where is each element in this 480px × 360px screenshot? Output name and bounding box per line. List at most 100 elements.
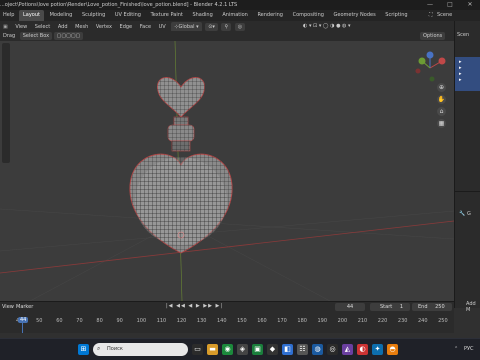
toolbar-strip — [2, 43, 10, 163]
timeline-tick-label: 250 — [438, 318, 448, 324]
task-view-icon[interactable]: ▭ — [192, 344, 203, 355]
outliner-scene-row[interactable]: Scen — [457, 32, 469, 38]
app-icon-5[interactable]: ☷ — [297, 344, 308, 355]
timeline-tick-label: 240 — [418, 318, 428, 324]
end-label: End — [418, 304, 428, 310]
properties-wrench-icon[interactable]: 🔧 — [459, 211, 465, 217]
window-title: ...oject\Potions\love potion\Render\Love… — [0, 2, 238, 8]
viewport-scene — [0, 41, 454, 301]
select-box-dropdown[interactable]: Select Box — [19, 32, 53, 40]
timeline-tick-label: 200 — [337, 318, 348, 324]
menu-mesh[interactable]: Mesh — [72, 22, 91, 31]
outliner-row-icons: ▸ ▸ ▸ ▸ — [459, 59, 462, 83]
visual-studio-icon[interactable]: ◭ — [342, 344, 353, 355]
menu-select[interactable]: Select — [32, 22, 53, 31]
blender-icon[interactable]: ◓ — [387, 344, 398, 355]
timeline-tick-label: 140 — [217, 318, 227, 324]
timeline-marker-menu[interactable]: Marker — [16, 304, 33, 310]
tray-chevron-icon[interactable]: ⌃ — [454, 346, 458, 352]
windows-taskbar: ⊞ ⌕ Поиск ▭ ▬ ◉ ◈ ▣ ◆ ◧ ☷ ◍ ◎ ◭ ◐ ✦ ◓ ⌃ … — [0, 338, 480, 360]
scene-selector[interactable]: Scene — [434, 10, 455, 21]
editor-type-icon[interactable]: ▣ — [0, 22, 11, 31]
minimize-button[interactable]: — — [420, 0, 440, 10]
menu-bar: Help Layout Modeling Sculpting UV Editin… — [0, 10, 480, 21]
menu-add[interactable]: Add — [55, 22, 71, 31]
tab-layout[interactable]: Layout — [19, 10, 44, 21]
app-icon-6[interactable]: ◍ — [312, 344, 323, 355]
tool-header: Drag Select Box ▢▢▢▢▢ Options — [0, 31, 454, 41]
navigation-gizmo[interactable] — [415, 51, 446, 82]
transform-orientation-dropdown[interactable]: ⊹ Global ▾ — [171, 22, 202, 31]
app-icon-7[interactable]: ◎ — [327, 344, 338, 355]
x-axis-line — [0, 220, 454, 274]
language-indicator[interactable]: РУС — [464, 346, 474, 352]
tab-geometry-nodes[interactable]: Geometry Nodes — [330, 10, 380, 21]
end-value: 250 — [435, 304, 445, 310]
playhead-frame-badge[interactable]: 44 — [18, 317, 29, 323]
timeline-tick-label: 80 — [96, 318, 103, 324]
taskbar-search-box[interactable]: ⌕ Поиск — [93, 343, 188, 356]
start-label: Start — [380, 304, 393, 310]
panel-divider — [455, 191, 480, 192]
properties-item-label: G — [467, 211, 471, 217]
camera-icon[interactable]: ⌂ — [437, 107, 446, 116]
timeline-tick-label: 210 — [357, 318, 368, 324]
tab-sculpting[interactable]: Sculpting — [78, 10, 109, 21]
tab-rendering[interactable]: Rendering — [253, 10, 287, 21]
search-icon: ⌕ — [97, 345, 101, 352]
timeline-tick-label: 230 — [397, 318, 408, 324]
app-icon-2[interactable]: ▣ — [252, 344, 263, 355]
add-modifier-button[interactable]: Add M — [466, 301, 480, 313]
timeline-tick-label: 60 — [56, 318, 63, 324]
proportional-edit-icon[interactable]: ◎ — [234, 23, 246, 31]
app-icon-8[interactable]: ◐ — [357, 344, 368, 355]
chrome-icon[interactable]: ◉ — [222, 344, 233, 355]
timeline-view-menu[interactable]: View — [2, 304, 14, 310]
perspective-grid-icon[interactable]: ▦ — [437, 119, 446, 128]
tab-shading[interactable]: Shading — [188, 10, 216, 21]
app-icon-9[interactable]: ✦ — [372, 344, 383, 355]
menu-vertex[interactable]: Vertex — [93, 22, 115, 31]
timeline-tick-label: 130 — [196, 318, 207, 324]
potion-bottle-mesh[interactable] — [129, 77, 233, 254]
start-frame-field[interactable]: Start 1 — [370, 303, 410, 311]
start-value: 1 — [399, 304, 403, 310]
menu-uv[interactable]: UV — [156, 22, 169, 31]
timeline-tick-label: 170 — [277, 318, 287, 324]
zoom-icon[interactable]: ⊕ — [437, 83, 446, 92]
orientation-label: Global — [178, 24, 195, 30]
tab-uv-editing[interactable]: UV Editing — [111, 10, 145, 21]
file-explorer-icon[interactable]: ▬ — [207, 344, 218, 355]
timeline-panel: View Marker |◀ ◀◀ ◀ ▶ ▶▶ ▶| 44 Start 1 E… — [0, 301, 454, 333]
menu-edge[interactable]: Edge — [117, 22, 136, 31]
3d-viewport[interactable]: ⊕ ✋ ⌂ ▦ — [0, 41, 454, 301]
tab-scripting[interactable]: Scripting — [381, 10, 411, 21]
outliner-properties-panel: Scen ▸ ▸ ▸ ▸ 🔧 G Add M — [454, 21, 480, 313]
pivot-icon[interactable]: ⊙▾ — [205, 23, 218, 31]
menu-face[interactable]: Face — [137, 22, 154, 31]
timeline-tick-label: 190 — [317, 318, 328, 324]
overlay-icons[interactable]: ◐ ▾ ⊡ ▾ ◯ ◑ ● ◍ ▾ — [300, 21, 353, 31]
close-button[interactable]: ✕ — [460, 0, 480, 10]
options-dropdown[interactable]: Options — [420, 32, 446, 40]
maximize-button[interactable]: □ — [440, 0, 460, 10]
app-icon-4[interactable]: ◧ — [282, 344, 293, 355]
snap-icon[interactable]: ⚲ — [221, 23, 232, 31]
tab-texture-paint[interactable]: Texture Paint — [147, 10, 187, 21]
menu-view[interactable]: View — [12, 22, 30, 31]
app-icon-1[interactable]: ◈ — [237, 344, 248, 355]
select-mode-icons[interactable]: ▢▢▢▢▢ — [53, 32, 84, 40]
timeline-tick-label: 100 — [136, 318, 147, 324]
pan-hand-icon[interactable]: ✋ — [437, 95, 446, 104]
tab-compositing[interactable]: Compositing — [289, 10, 328, 21]
playback-controls[interactable]: |◀ ◀◀ ◀ ▶ ▶▶ ▶| — [166, 303, 223, 309]
floor-grid — [0, 208, 454, 301]
start-button-icon[interactable]: ⊞ — [78, 344, 89, 355]
tab-animation[interactable]: Animation — [218, 10, 252, 21]
tab-modeling[interactable]: Modeling — [46, 10, 77, 21]
end-frame-field[interactable]: End 250 — [412, 303, 452, 311]
current-frame-field[interactable]: 44 — [335, 303, 365, 311]
app-icon-3[interactable]: ◆ — [267, 344, 278, 355]
timeline-tick-label: 120 — [176, 318, 187, 324]
menu-help[interactable]: Help — [0, 10, 17, 21]
